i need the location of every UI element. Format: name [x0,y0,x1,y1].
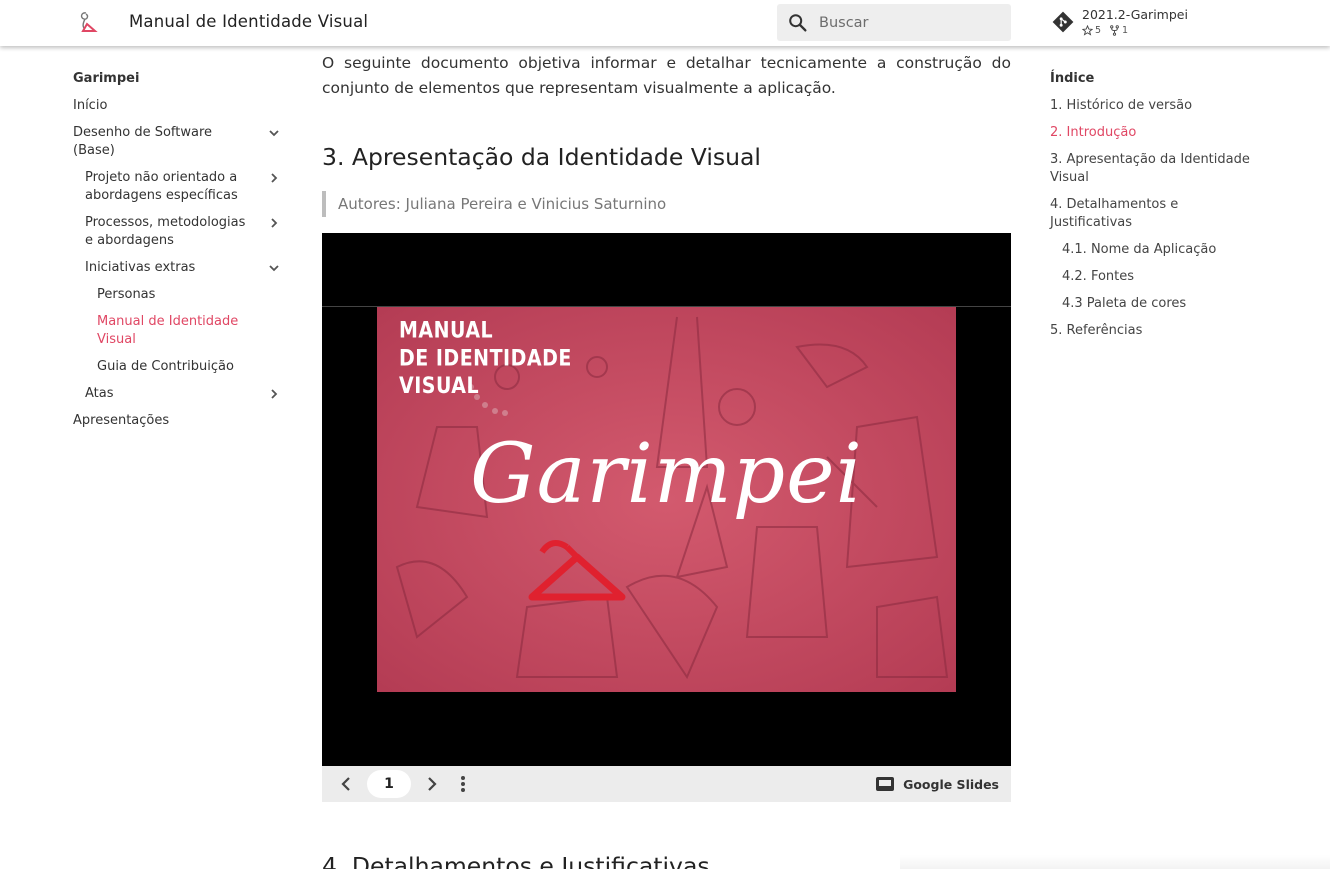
slide-brand-wordmark: Garimpei [470,427,863,522]
top-header: Manual de Identidade Visual 2021.2-Garim… [0,0,1330,46]
chevron-right-icon[interactable] [267,216,281,230]
intro-paragraph: O seguinte documento objetiva informar e… [322,54,1011,97]
nav-item-manual-identidade-visual[interactable]: Manual de Identidade Visual [73,313,285,349]
section-4-heading: 4. Detalhamentos e Justificativas [322,852,710,869]
chevron-down-icon[interactable] [267,261,281,275]
slides-controls: 1 Google Slides [322,766,1011,802]
search-box[interactable] [777,4,1011,41]
section-3-heading: 3. Apresentação da Identidade Visual [322,143,761,171]
more-vertical-icon[interactable] [453,774,473,794]
toc-item[interactable]: 2. Introdução [1050,124,1250,142]
repo-name: 2021.2-Garimpei [1082,7,1188,22]
chevron-right-icon[interactable] [421,774,441,794]
star-icon [1082,25,1093,36]
nav-item-guia-contribuicao[interactable]: Guia de Contribuição [73,358,285,376]
page-number[interactable]: 1 [367,770,411,798]
table-of-contents: Índice 1. Histórico de versão 2. Introdu… [1050,70,1250,349]
search-input[interactable] [819,4,1004,41]
nav-item-desenho-de-software[interactable]: Desenho de Software (Base) [73,124,285,160]
repo-link[interactable]: 2021.2-Garimpei 5 1 [1052,5,1252,41]
toc-item[interactable]: 5. Referências [1050,322,1250,340]
toc-item[interactable]: 4.1. Nome da Aplicação [1050,241,1250,259]
google-slides-icon [876,777,895,791]
chevron-right-icon[interactable] [267,387,281,401]
nav-title: Garimpei [73,71,140,86]
toc-item[interactable]: 3. Apresentação da Identidade Visual [1050,151,1250,187]
toc-item[interactable]: 1. Histórico de versão [1050,97,1250,115]
stars-count: 5 [1082,25,1101,36]
nav-item-personas[interactable]: Personas [73,286,285,304]
chevron-down-icon[interactable] [267,126,281,140]
chevron-right-icon[interactable] [267,171,281,185]
nav-item-projeto[interactable]: Projeto não orientado a abordagens espec… [73,169,285,205]
toc-item[interactable]: 4.3 Paleta de cores [1050,295,1250,313]
site-title: Manual de Identidade Visual [129,12,369,31]
slide-image: MANUAL DE IDENTIDADE VISUAL Garimpei [377,307,956,692]
repo-stats: 5 1 [1082,25,1128,36]
bottom-fade [900,855,1330,869]
chevron-left-icon[interactable] [337,774,357,794]
authors-quote: Autores: Juliana Pereira e Vinicius Satu… [322,191,666,217]
slide-title: MANUAL DE IDENTIDADE VISUAL [399,318,572,399]
nav-item-iniciativas-extras[interactable]: Iniciativas extras [73,259,285,277]
garimpei-logo-icon[interactable] [74,10,98,36]
fork-icon [1110,25,1119,36]
nav-item-atas[interactable]: Atas [73,385,285,403]
toc-item[interactable]: 4.2. Fontes [1050,268,1250,286]
git-icon [1052,11,1074,33]
toc-title: Índice [1050,71,1095,86]
search-icon [789,14,807,32]
toc-item[interactable]: 4. Detalhamentos e Justificativas [1050,196,1250,232]
forks-count: 1 [1109,25,1128,36]
primary-nav: Garimpei Início Desenho de Software (Bas… [73,70,285,439]
google-slides-link[interactable]: Google Slides [875,774,999,794]
slides-embed[interactable]: MANUAL DE IDENTIDADE VISUAL Garimpei 1 G… [322,233,1011,802]
nav-item-inicio[interactable]: Início [73,97,285,115]
nav-item-processos[interactable]: Processos, metodologias e abordagens [73,214,285,250]
nav-item-apresentacoes[interactable]: Apresentações [73,412,285,430]
